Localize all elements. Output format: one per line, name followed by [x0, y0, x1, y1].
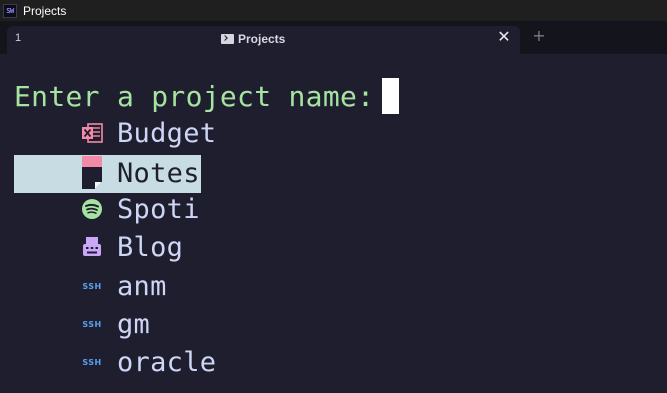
prompt-label: Enter a project name: — [14, 79, 375, 113]
excel-icon — [81, 122, 103, 144]
list-item-label: Notes — [117, 157, 200, 189]
new-tab-button[interactable]: + — [531, 28, 547, 44]
app-icon: SW — [3, 3, 17, 18]
list-item-anm[interactable]: SSH anm — [0, 268, 667, 304]
window-title: Projects — [23, 3, 67, 18]
list-item-budget[interactable]: Budget — [0, 115, 667, 151]
spotify-icon — [81, 198, 103, 220]
title-bar: SW Projects — [0, 0, 667, 21]
list-item-label: Budget — [117, 117, 217, 149]
prompt-row: Enter a project name: — [14, 78, 400, 114]
ssh-icon: SSH — [82, 281, 102, 291]
list-item-label: oracle — [117, 346, 217, 378]
tab-title: Projects — [238, 32, 286, 46]
ssh-icon: SSH — [82, 357, 102, 367]
terminal-window: SW Projects 1 Projects ✕ + Enter a proje… — [0, 0, 667, 393]
list-item-oracle[interactable]: SSH oracle — [0, 344, 667, 380]
list-item-gm[interactable]: SSH gm — [0, 306, 667, 342]
list-item-label: Spoti — [117, 193, 200, 225]
close-icon[interactable]: ✕ — [496, 29, 512, 45]
list-item-spoti[interactable]: Spoti — [0, 191, 667, 227]
note-icon — [81, 156, 103, 189]
list-item-label: Blog — [117, 231, 184, 263]
text-cursor[interactable] — [382, 78, 400, 114]
tab-index: 1 — [15, 32, 22, 44]
list-item-blog[interactable]: Blog — [0, 229, 667, 265]
tab-title-group: Projects — [221, 32, 285, 46]
terminal-icon — [221, 34, 234, 44]
tab-bar: 1 Projects ✕ + — [0, 21, 667, 54]
list-item-label: anm — [117, 270, 167, 302]
ssh-icon: SSH — [82, 319, 102, 329]
list-item-label: gm — [117, 308, 151, 340]
typewriter-icon — [81, 236, 103, 258]
tab-projects[interactable]: 1 Projects ✕ — [7, 26, 520, 54]
list-item-notes[interactable]: Notes — [0, 155, 667, 193]
terminal-content[interactable]: Enter a project name: Budget Notes Spoti… — [0, 54, 667, 393]
